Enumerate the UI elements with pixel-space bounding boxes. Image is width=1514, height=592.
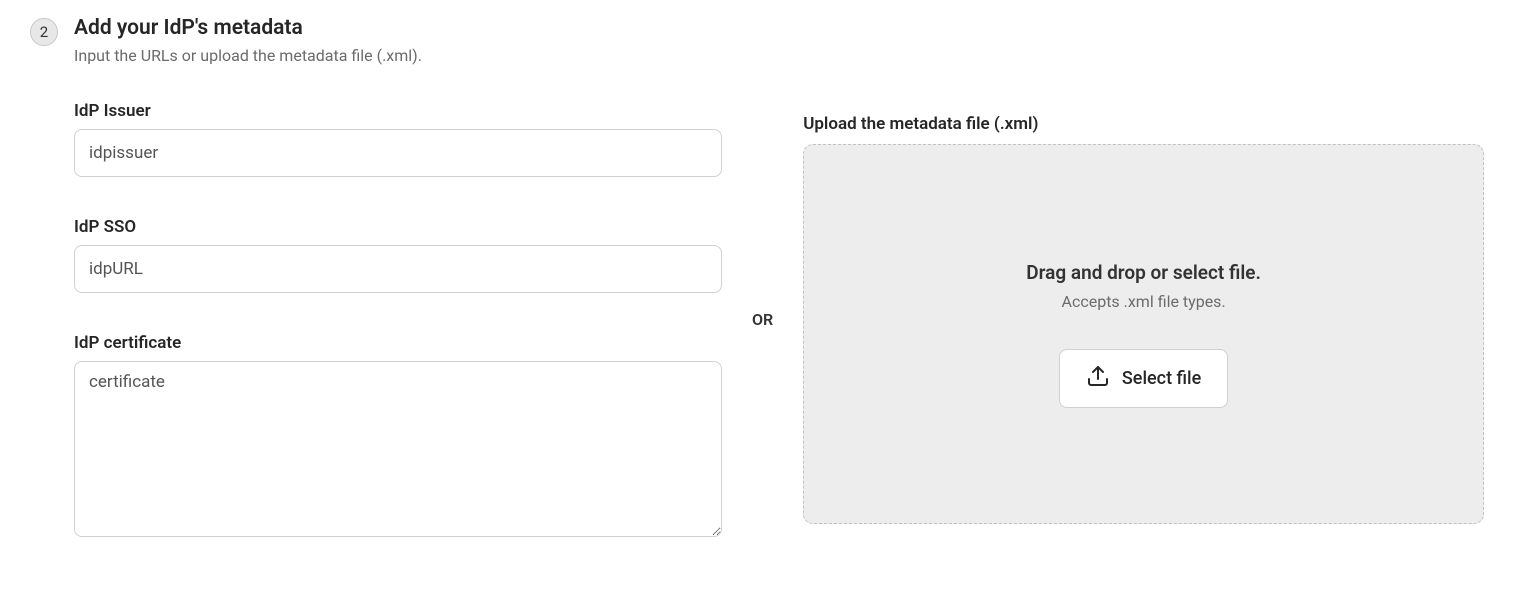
dropzone-title: Drag and drop or select file. xyxy=(1026,261,1261,284)
idp-issuer-input[interactable] xyxy=(74,129,722,177)
idp-certificate-group: IdP certificate xyxy=(74,333,722,537)
dropzone-subtitle: Accepts .xml file types. xyxy=(1062,292,1226,311)
file-dropzone[interactable]: Drag and drop or select file. Accepts .x… xyxy=(803,144,1484,524)
step-title: Add your IdP's metadata xyxy=(74,16,1484,40)
step-content: Add your IdP's metadata Input the URLs o… xyxy=(74,16,1484,537)
idp-sso-label: IdP SSO xyxy=(74,217,722,237)
idp-sso-group: IdP SSO xyxy=(74,217,722,293)
idp-issuer-label: IdP Issuer xyxy=(74,101,722,121)
select-file-button[interactable]: Select file xyxy=(1059,349,1228,408)
upload-icon xyxy=(1086,364,1110,393)
idp-issuer-group: IdP Issuer xyxy=(74,101,722,177)
idp-certificate-label: IdP certificate xyxy=(74,333,722,353)
or-separator: OR xyxy=(752,310,773,329)
manual-input-column: IdP Issuer IdP SSO IdP certificate xyxy=(74,101,722,537)
step-number-badge: 2 xyxy=(30,18,58,46)
step-number: 2 xyxy=(40,23,48,41)
form-area: IdP Issuer IdP SSO IdP certificate OR Up… xyxy=(74,101,1484,537)
step-description: Input the URLs or upload the metadata fi… xyxy=(74,46,1484,65)
idp-sso-input[interactable] xyxy=(74,245,722,293)
upload-label: Upload the metadata file (.xml) xyxy=(803,114,1484,134)
select-file-button-label: Select file xyxy=(1122,368,1201,389)
upload-column: Upload the metadata file (.xml) Drag and… xyxy=(803,114,1484,524)
idp-certificate-textarea[interactable] xyxy=(74,361,722,537)
step-container: 2 Add your IdP's metadata Input the URLs… xyxy=(30,16,1484,537)
